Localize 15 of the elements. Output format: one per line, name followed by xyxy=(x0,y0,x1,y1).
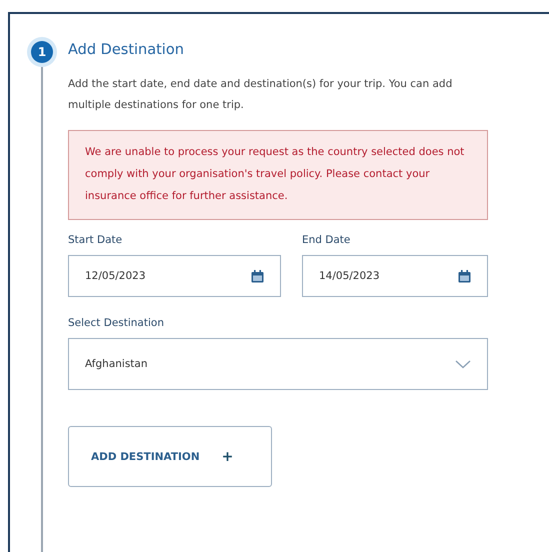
field-label: Select Destination xyxy=(68,317,165,329)
add-destination-button[interactable]: ADD DESTINATION + xyxy=(68,426,272,487)
calendar-icon xyxy=(458,270,471,282)
field-label: End Date xyxy=(302,234,352,246)
step-title: Add Destination xyxy=(68,42,185,58)
date-field[interactable]: 12/05/2023 xyxy=(68,255,281,297)
destination-dropdown[interactable]: Afghanistan xyxy=(68,338,488,390)
field-label: Start Date xyxy=(68,234,124,246)
calendar-icon xyxy=(251,270,264,282)
error-message: We are unable to process your request as the country selected does not comply with your organisation's travel policy. Please contact your insurance office for further assistance. xyxy=(68,130,488,220)
chevron-down-icon xyxy=(455,360,471,368)
date-field[interactable]: 14/05/2023 xyxy=(302,255,488,297)
plus-icon: + xyxy=(222,448,234,464)
step-description: Add the start date, end date and destination(s) for your trip. You can add multiple destinations for one trip. xyxy=(68,77,454,113)
step-number: 1 xyxy=(31,41,53,63)
